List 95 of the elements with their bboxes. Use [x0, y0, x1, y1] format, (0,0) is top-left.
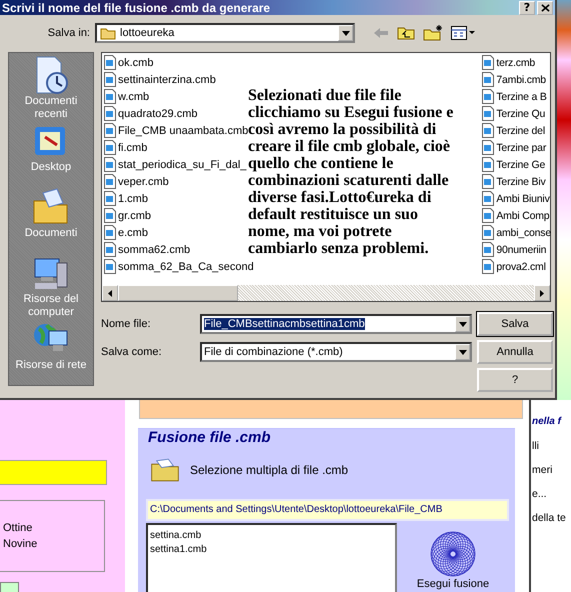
save-button[interactable]: Salva — [477, 312, 553, 336]
file-item[interactable]: ok.cmb — [104, 54, 154, 71]
file-icon — [482, 106, 494, 121]
scroll-left-icon[interactable] — [102, 285, 118, 301]
file-item[interactable]: fi.cmb — [104, 139, 148, 156]
places-item[interactable]: Documenti — [11, 187, 91, 253]
side-text: della te — [532, 511, 567, 526]
places-item[interactable]: Risorse di rete — [11, 319, 91, 385]
file-icon — [482, 208, 494, 223]
run-button[interactable]: Esegui fusione — [416, 578, 490, 590]
path-field: C:\Documents and Settings\Utente\Desktop\lottoeureka\File_CMB — [146, 499, 509, 521]
file-item[interactable]: Ambi Comp — [482, 207, 550, 224]
file-icon — [104, 157, 116, 172]
file-icon — [482, 72, 494, 87]
new-folder-icon[interactable] — [423, 25, 443, 41]
file-item[interactable]: Terzine a B — [482, 88, 547, 105]
spiral-icon — [429, 530, 477, 578]
scroll-right-icon[interactable] — [534, 285, 550, 301]
input-field[interactable] — [0, 460, 107, 485]
file-item[interactable]: prova2.cml — [482, 258, 546, 275]
places-item[interactable]: Documenti recenti — [11, 55, 91, 121]
view-menu-icon[interactable] — [451, 26, 475, 40]
file-name-label: Nome file: — [101, 318, 152, 330]
close-button[interactable] — [537, 0, 553, 14]
file-item[interactable]: w.cmb — [104, 88, 150, 105]
file-item[interactable]: somma62.cmb — [104, 241, 190, 258]
help-button[interactable]: ? — [519, 0, 535, 14]
file-item[interactable]: somma_62_Ba_Ca_second — [104, 258, 254, 275]
file-icon — [104, 242, 116, 257]
file-icon — [104, 191, 116, 206]
file-item[interactable]: terz.cmb — [482, 54, 536, 71]
panel-title: Fusione file .cmb — [147, 429, 271, 447]
file-icon — [104, 106, 116, 121]
file-item[interactable]: stat_periodica_su_Fi_dal_ — [104, 156, 246, 173]
file-item[interactable]: 90numeriin — [482, 241, 546, 258]
file-icon — [104, 123, 116, 138]
window-title: Scrivi il nome del file fusione .cmb da generare — [1, 0, 272, 14]
file-type-dropdown[interactable]: File di combinazione (*.cmb) — [200, 342, 472, 362]
scroll-thumb[interactable] — [118, 285, 238, 301]
side-text: lli — [532, 439, 540, 454]
side-text: e... — [532, 487, 548, 502]
file-icon — [104, 174, 116, 189]
file-icon — [482, 55, 494, 70]
file-icon — [482, 157, 494, 172]
save-as-label: Salva come: — [101, 346, 163, 358]
file-icon — [482, 191, 494, 206]
multi-select-label: Selezione multipla di file .cmb — [190, 463, 348, 477]
close-icon — [540, 4, 550, 12]
file-icon — [104, 140, 116, 155]
save-in-label: Salva in: — [46, 27, 91, 39]
file-icon — [104, 72, 116, 87]
file-item[interactable]: Terzine del — [482, 122, 545, 139]
file-item[interactable]: veper.cmb — [104, 173, 169, 190]
horizontal-scrollbar[interactable] — [102, 285, 550, 301]
file-icon — [104, 225, 116, 240]
folder-icon — [100, 26, 116, 40]
file-item[interactable]: quadrato29.cmb — [104, 105, 198, 122]
file-icon — [482, 174, 494, 189]
file-item[interactable]: Terzine Qu — [482, 105, 546, 122]
file-list[interactable]: settina.cmb settina1.cmb — [146, 523, 397, 592]
save-in-dropdown[interactable]: lottoeureka — [95, 23, 355, 43]
file-icon — [104, 55, 116, 70]
file-icon — [104, 259, 116, 274]
file-item[interactable]: gr.cmb — [104, 207, 152, 224]
file-icon — [482, 140, 494, 155]
file-icon — [482, 89, 494, 104]
places-item[interactable]: Risorse del computer — [11, 253, 91, 319]
file-item[interactable]: File_CMB unaambata.cmb — [104, 122, 248, 139]
file-item[interactable]: 7ambi.cmb — [482, 71, 546, 88]
file-icon — [104, 208, 116, 223]
help-button[interactable]: ? — [477, 368, 553, 392]
file-icon — [482, 259, 494, 274]
side-text: nella f — [532, 415, 563, 429]
file-item[interactable]: Terzine Biv — [482, 173, 546, 190]
side-text: meri — [532, 463, 554, 478]
folder-icon[interactable] — [150, 457, 180, 483]
cancel-button[interactable]: Annulla — [477, 340, 553, 364]
file-icon — [104, 89, 116, 104]
file-item[interactable]: Terzine par — [482, 139, 546, 156]
file-item[interactable]: Ambi Biuniv — [482, 190, 550, 207]
places-item[interactable]: Desktop — [11, 121, 91, 187]
up-folder-icon[interactable] — [397, 26, 415, 40]
file-item[interactable]: settinainterzina.cmb — [104, 71, 216, 88]
file-icon — [482, 225, 494, 240]
file-item[interactable]: e.cmb — [104, 224, 148, 241]
list-item[interactable]: settina1.cmb — [150, 543, 395, 557]
list-item[interactable]: settina.cmb — [150, 529, 395, 543]
file-item[interactable]: Terzine Ge — [482, 156, 546, 173]
option-label: Ottine — [3, 521, 34, 536]
option-label: Novine — [3, 537, 38, 552]
file-icon — [482, 123, 494, 138]
panel-button[interactable] — [0, 582, 19, 592]
file-icon — [482, 242, 494, 257]
file-item[interactable]: 1.cmb — [104, 190, 148, 207]
file-name-field[interactable]: File_CMBsettinacmbsettina1cmb — [200, 314, 472, 334]
